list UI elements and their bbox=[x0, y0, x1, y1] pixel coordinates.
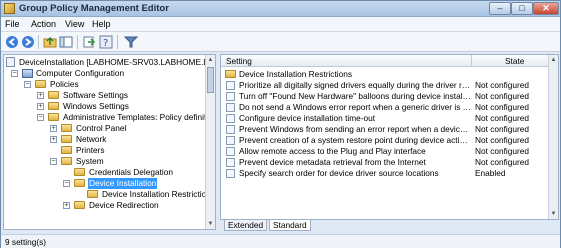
folder-icon bbox=[48, 113, 59, 121]
list-scrollbar[interactable]: ▲ ▼ bbox=[548, 55, 558, 219]
app-window: Group Policy Management Editor – □ ✕ Fil… bbox=[0, 0, 561, 248]
scroll-thumb[interactable] bbox=[207, 67, 214, 93]
folder-icon bbox=[61, 146, 72, 154]
policy-setting-icon bbox=[226, 92, 235, 101]
app-icon bbox=[4, 3, 15, 14]
list-item-folder[interactable]: Device Installation Restrictions bbox=[221, 69, 551, 80]
folder-icon bbox=[48, 102, 59, 110]
menu-bar: File Action View Help bbox=[1, 17, 560, 32]
collapse-icon[interactable]: − bbox=[63, 180, 70, 187]
policy-setting-icon bbox=[226, 158, 235, 167]
title-bar[interactable]: Group Policy Management Editor – □ ✕ bbox=[1, 1, 560, 17]
export-icon[interactable] bbox=[82, 35, 96, 49]
column-divider[interactable] bbox=[471, 55, 472, 67]
forward-arrow-icon[interactable] bbox=[21, 35, 35, 49]
table-row[interactable]: Turn off "Found New Hardware" balloons d… bbox=[221, 91, 551, 102]
expand-icon[interactable]: + bbox=[50, 136, 57, 143]
tree-scrollbar[interactable]: ▲ ▼ bbox=[205, 55, 215, 229]
collapse-icon[interactable]: − bbox=[37, 114, 44, 121]
policy-setting-icon bbox=[226, 136, 235, 145]
policy-setting-icon bbox=[226, 169, 235, 178]
status-bar: 9 setting(s) bbox=[1, 234, 560, 248]
scroll-up-icon[interactable]: ▲ bbox=[550, 56, 557, 64]
expand-icon[interactable]: + bbox=[37, 103, 44, 110]
collapse-icon[interactable]: − bbox=[50, 158, 57, 165]
table-row[interactable]: Specify search order for device driver s… bbox=[221, 168, 551, 179]
gpo-icon bbox=[6, 57, 15, 67]
window-title: Group Policy Management Editor bbox=[19, 3, 169, 14]
toolbar-separator bbox=[117, 35, 118, 49]
scroll-down-icon[interactable]: ▼ bbox=[550, 210, 557, 218]
view-tabs: Extended Standard bbox=[220, 220, 559, 232]
expand-icon[interactable]: + bbox=[50, 125, 57, 132]
menu-help[interactable]: Help bbox=[92, 19, 111, 29]
table-row[interactable]: Prevent creation of a system restore poi… bbox=[221, 135, 551, 146]
table-row[interactable]: Prioritize all digitally signed drivers … bbox=[221, 80, 551, 91]
folder-icon bbox=[87, 190, 98, 198]
folder-icon bbox=[225, 70, 236, 78]
close-button[interactable]: ✕ bbox=[533, 2, 559, 15]
help-icon[interactable]: ? bbox=[99, 35, 113, 49]
policy-setting-icon bbox=[226, 81, 235, 90]
collapse-icon[interactable]: − bbox=[11, 70, 18, 77]
menu-file[interactable]: File bbox=[5, 19, 20, 29]
toolbar-separator bbox=[38, 35, 39, 49]
maximize-button[interactable]: □ bbox=[511, 2, 533, 15]
policy-setting-icon bbox=[226, 103, 235, 112]
collapse-icon[interactable]: − bbox=[24, 81, 31, 88]
column-setting[interactable]: Setting bbox=[226, 56, 252, 66]
menu-action[interactable]: Action bbox=[31, 19, 56, 29]
list-header: Setting State bbox=[221, 55, 558, 67]
folder-open-icon bbox=[74, 179, 85, 187]
policy-setting-icon bbox=[226, 125, 235, 134]
table-row[interactable]: Prevent device metadata retrieval from t… bbox=[221, 157, 551, 168]
table-row[interactable]: Allow remote access to the Plug and Play… bbox=[221, 146, 551, 157]
tab-standard[interactable]: Standard bbox=[269, 220, 311, 231]
folder-icon bbox=[74, 168, 85, 176]
tab-extended[interactable]: Extended bbox=[224, 220, 268, 231]
table-row[interactable]: Do not send a Windows error report when … bbox=[221, 102, 551, 113]
expand-icon[interactable]: + bbox=[63, 202, 70, 209]
up-folder-icon[interactable] bbox=[43, 35, 57, 49]
column-state[interactable]: State bbox=[505, 56, 524, 66]
tree-root-label: DeviceInstallation [LABHOME-SRV03.LABHOM… bbox=[19, 57, 215, 67]
toolbar-separator bbox=[77, 35, 78, 49]
scroll-up-icon[interactable]: ▲ bbox=[207, 56, 214, 64]
svg-text:?: ? bbox=[103, 38, 108, 49]
minimize-button[interactable]: – bbox=[489, 2, 511, 15]
folder-icon bbox=[61, 124, 72, 132]
folder-icon bbox=[61, 157, 72, 165]
table-row[interactable]: Prevent Windows from sending an error re… bbox=[221, 124, 551, 135]
show-hide-tree-icon[interactable] bbox=[59, 35, 73, 49]
folder-icon bbox=[48, 91, 59, 99]
status-text: 9 setting(s) bbox=[5, 237, 47, 247]
scroll-down-icon[interactable]: ▼ bbox=[207, 220, 214, 228]
settings-list-pane[interactable]: Setting State Device Installation Restri… bbox=[220, 54, 559, 220]
policy-setting-icon bbox=[226, 114, 235, 123]
expand-icon[interactable]: + bbox=[37, 92, 44, 99]
folder-icon bbox=[35, 80, 46, 88]
folder-icon bbox=[61, 135, 72, 143]
toolbar: ? bbox=[1, 32, 560, 52]
back-arrow-icon[interactable] bbox=[5, 35, 19, 49]
policy-setting-icon bbox=[226, 147, 235, 156]
filter-icon[interactable] bbox=[124, 35, 138, 49]
computer-icon bbox=[22, 69, 33, 78]
folder-icon bbox=[74, 201, 85, 209]
menu-view[interactable]: View bbox=[65, 19, 84, 29]
tree-pane[interactable]: DeviceInstallation [LABHOME-SRV03.LABHOM… bbox=[3, 54, 216, 230]
table-row[interactable]: Configure device installation time-out N… bbox=[221, 113, 551, 124]
